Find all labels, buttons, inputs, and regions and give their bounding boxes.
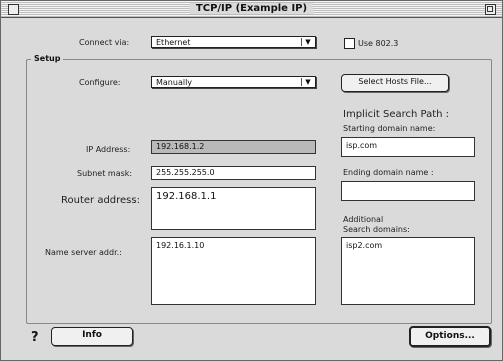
subnet-mask-label: Subnet mask: — [77, 169, 133, 178]
starting-domain-label: Starting domain name: — [343, 124, 436, 133]
connect-via-label: Connect via: — [79, 38, 130, 47]
implicit-search-heading: Implicit Search Path : — [343, 109, 450, 120]
additional-label-1: Additional — [343, 215, 384, 224]
ip-address-label: IP Address: — [86, 145, 131, 154]
connect-via-popup[interactable]: Ethernet ▼ — [151, 36, 316, 48]
info-button[interactable]: Info — [51, 327, 133, 346]
window-title: TCP/IP (Example IP) — [1, 3, 502, 14]
title-bar[interactable]: TCP/IP (Example IP) — [1, 1, 502, 18]
tcpip-window: TCP/IP (Example IP) Connect via: Etherne… — [0, 0, 503, 361]
ending-domain-label: Ending domain name : — [343, 168, 434, 177]
name-server-field[interactable]: 192.16.1.10 — [151, 237, 316, 305]
router-address-label: Router address: — [61, 195, 140, 206]
zoom-box-icon[interactable] — [485, 4, 496, 15]
configure-label: Configure: — [79, 78, 121, 87]
setup-group-label: Setup — [31, 54, 64, 63]
subnet-mask-field[interactable]: 255.255.255.0 — [151, 166, 316, 180]
options-button[interactable]: Options... — [409, 326, 491, 347]
use-8023-checkbox[interactable] — [344, 38, 355, 49]
name-server-label: Name server addr.: — [45, 248, 122, 257]
router-address-field[interactable]: 192.168.1.1 — [151, 187, 316, 230]
use-8023-label: Use 802.3 — [358, 39, 399, 48]
configure-value: Manually — [156, 78, 193, 87]
additional-search-domains-field[interactable]: isp2.com — [341, 237, 475, 305]
starting-domain-field[interactable]: isp.com — [341, 137, 475, 157]
additional-label-2: Search domains: — [343, 225, 410, 234]
popup-arrow-icon: ▼ — [301, 38, 314, 46]
ip-address-field[interactable]: 192.168.1.2 — [151, 140, 316, 154]
help-icon[interactable]: ? — [31, 330, 39, 345]
ending-domain-field[interactable] — [341, 181, 475, 201]
connect-via-value: Ethernet — [156, 38, 191, 47]
popup-arrow-icon: ▼ — [301, 78, 314, 86]
select-hosts-file-button[interactable]: Select Hosts File... — [341, 74, 449, 92]
configure-popup[interactable]: Manually ▼ — [151, 76, 316, 88]
